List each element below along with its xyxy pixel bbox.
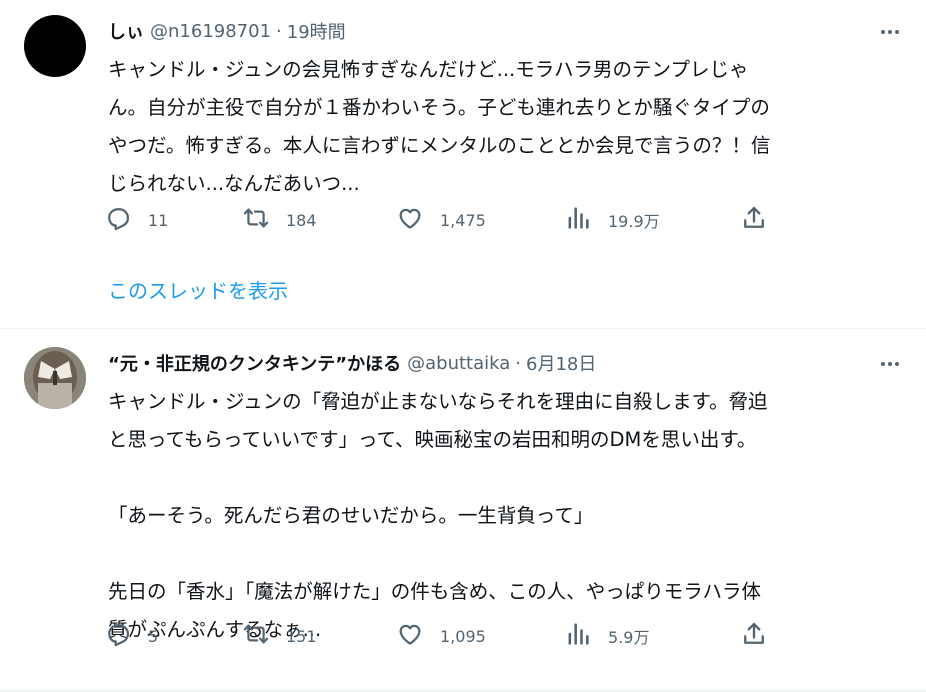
tweet-text-line: やつだ。怖すぎる。本人に言わずにメンタルのこととか会見で言うの？！信 [108,134,771,157]
share-button[interactable] [740,203,768,237]
views-button[interactable]: 5.9万 [564,619,649,653]
tweet-text-line: ん。自分が主役で自分が１番かわいそう。子ども連れ去りとか騒ぐタイプの [108,96,770,119]
retweet-count: 184 [286,210,317,230]
reply-count: 5 [148,626,159,646]
reply-button[interactable]: 11 [104,203,168,237]
like-button[interactable]: 1,095 [396,619,486,653]
like-count: 1,095 [440,626,486,646]
share-icon [740,204,768,236]
view-count: 5.9万 [608,628,650,647]
reply-icon [104,204,132,236]
tweet-text-line: キャンドル・ジュンの「脅迫が止まないならそれを理由に自殺します。脅迫 [108,390,768,413]
reply-button[interactable]: 5 [104,619,158,653]
retweet-button[interactable]: 184 [242,203,317,237]
like-icon [396,620,424,652]
display-name[interactable]: “元・非正規のクンタキンテ”かほる [108,350,401,376]
retweet-count: 151 [286,626,317,646]
separator: · [276,20,282,42]
tweet-text: キャンドル・ジュンの「脅迫が止まないならそれを理由に自殺します。脅迫 と思っても… [108,383,908,649]
tweet-text-line: と思ってもらっていいです」って、映画秘宝の岩田和明のDMを思い出す。 [108,428,757,451]
action-bar: 11 184 1,475 19.9万 [104,203,784,237]
tweet-text-line: キャンドル・ジュンの会見怖すぎなんだけど...モラハラ男のテンプレじゃ [108,58,749,81]
like-count: 1,475 [440,210,486,230]
show-thread-link[interactable]: このスレッドを表示 [108,275,288,304]
tweet-text: キャンドル・ジュンの会見怖すぎなんだけど...モラハラ男のテンプレじゃ ん。自分… [108,51,908,203]
retweet-button[interactable]: 151 [242,619,317,653]
tweet-header: しぃ @n16198701 · 19時間 [108,16,346,46]
like-button[interactable]: 1,475 [396,203,486,237]
retweet-icon [242,620,270,652]
tweet-text-blank-line [108,459,908,497]
more-icon[interactable] [878,20,902,44]
more-icon[interactable] [878,352,902,376]
action-bar: 5 151 1,095 5.9万 [104,619,784,653]
tweet-header: “元・非正規のクンタキンテ”かほる @abuttaika · 6月18日 [108,348,596,378]
share-button[interactable] [740,619,768,653]
display-name[interactable]: しぃ [108,18,144,44]
reply-count: 11 [148,210,169,230]
timestamp[interactable]: 19時間 [287,18,346,44]
share-icon [740,620,768,652]
views-icon [564,620,592,652]
tweet-text-line: 「あーそう。死んだら君のせいだから。一生背負って」 [108,504,594,527]
avatar[interactable] [24,15,86,77]
view-count: 19.9万 [608,212,660,231]
timestamp[interactable]: 6月18日 [526,350,596,376]
tweet-text-line: じられない...なんだあいつ... [108,172,360,195]
views-icon [564,204,592,236]
tweet-text-blank-line [108,535,908,573]
separator: · [515,352,522,374]
avatar[interactable] [24,347,86,409]
like-icon [396,204,424,236]
reply-icon [104,620,132,652]
views-button[interactable]: 19.9万 [564,203,660,237]
handle[interactable]: @n16198701 [150,21,271,42]
handle[interactable]: @abuttaika [407,353,510,374]
tweet-text-line: 先日の「香水」「魔法が解けた」の件も含め、この人、やっぱりモラハラ体 [108,580,762,603]
retweet-icon [242,204,270,236]
tweet[interactable]: “元・非正規のクンタキンテ”かほる @abuttaika · 6月18日 キャン… [0,328,926,692]
tweet[interactable]: しぃ @n16198701 · 19時間 キャンドル・ジュンの会見怖すぎなんだけ… [0,0,926,328]
